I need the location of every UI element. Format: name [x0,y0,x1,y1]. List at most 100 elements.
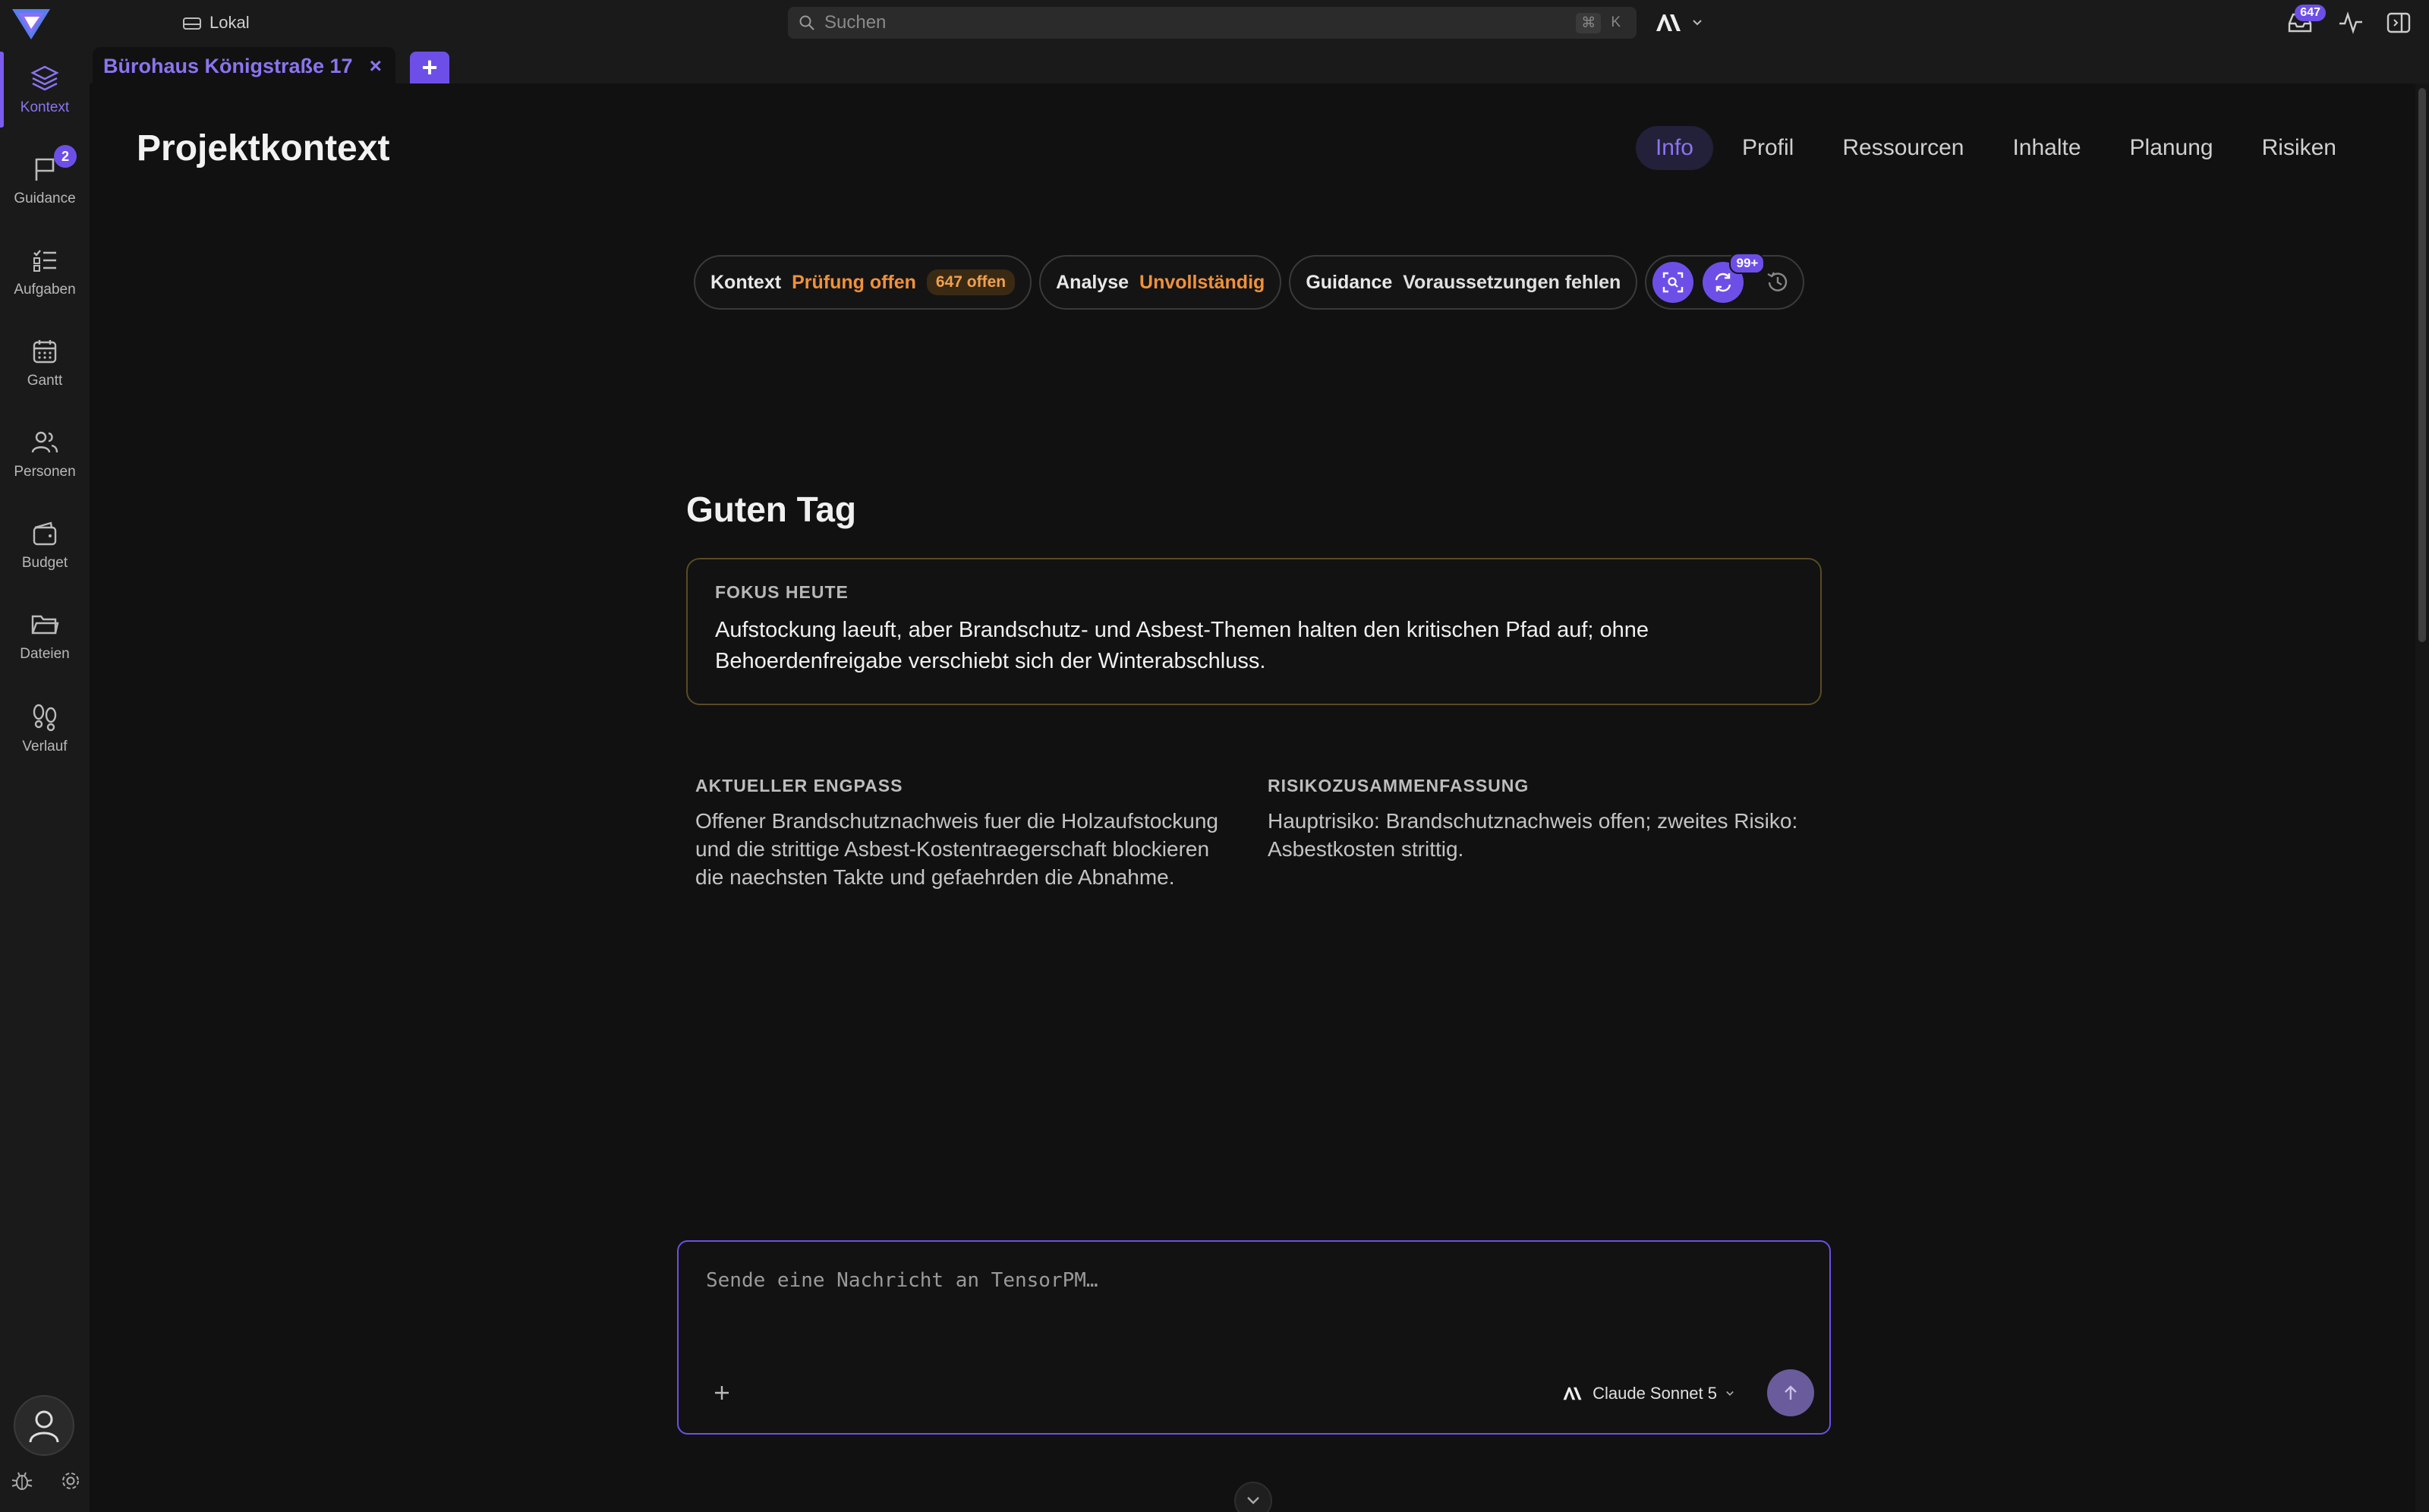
shortcut-cmd-key: ⌘ [1576,12,1602,33]
sidebar-item-label: Budget [21,555,68,571]
chat-composer: Claude Sonnet 5 [677,1240,1831,1435]
folder-icon [30,610,60,640]
sidebar-item-label: Kontext [20,99,70,115]
close-tab-icon[interactable]: × [370,54,382,78]
workspace-label: Lokal [210,13,250,32]
history-icon[interactable] [1765,269,1791,295]
sidebar-item-verlauf[interactable]: Verlauf [0,688,90,770]
sidebar-item-kontext[interactable]: Kontext [0,49,90,131]
tab-profil[interactable]: Profil [1722,126,1813,170]
tab-info[interactable]: Info [1635,126,1713,170]
project-tab-title: Bürohaus Königstraße 17 [103,54,353,77]
chevron-down-icon [1247,1497,1259,1504]
sync-count-badge: 99+ [1729,253,1766,274]
drive-icon [183,17,201,30]
project-tab[interactable]: Bürohaus Königstraße 17 × [93,47,395,85]
status-row: Kontext Prüfung offen 647 offen Analyse … [694,253,1805,310]
sidebar-item-gantt[interactable]: Gantt [0,322,90,404]
bug-icon[interactable] [11,1469,33,1492]
sidebar-item-label: Dateien [20,646,70,662]
user-icon [29,1410,59,1443]
chip-value: Prüfung offen [792,271,916,293]
top-right-actions: 647 [2285,5,2411,41]
focus-label: FOKUS HEUTE [715,582,849,602]
calendar-icon [30,336,60,367]
status-chip-guidance[interactable]: Guidance Voraussetzungen fehlen [1289,255,1638,310]
sidebar-item-personen[interactable]: Personen [0,413,90,495]
status-chip-kontext[interactable]: Kontext Prüfung offen 647 offen [694,255,1032,310]
risk-summary-section: RISIKOZUSAMMENFASSUNG Hauptrisiko: Brand… [1268,776,1829,863]
chip-key: Kontext [710,271,782,293]
flag-icon: 2 [30,145,77,184]
chip-key: Analyse [1056,271,1129,293]
greeting-heading: Guten Tag [686,490,857,529]
footprints-icon [30,702,60,732]
wallet-icon [30,518,60,549]
sidebar-item-label: Verlauf [22,739,68,754]
chip-key: Guidance [1306,271,1393,293]
tab-planung[interactable]: Planung [2110,126,2233,170]
search-icon [799,15,814,30]
checklist-icon [30,245,60,276]
model-selector[interactable]: Claude Sonnet 5 [1562,1378,1735,1409]
scan-search-icon [1663,272,1684,293]
sidebar-item-aufgaben[interactable]: Aufgaben [0,231,90,313]
search-input[interactable] [824,12,1567,33]
activity-icon[interactable] [2338,11,2364,34]
sidebar-item-label: Aufgaben [14,282,76,298]
message-input[interactable] [706,1269,1799,1360]
sidebar-item-guidance[interactable]: 2 Guidance [0,140,90,222]
inbox-button[interactable]: 647 [2285,5,2326,38]
gear-icon[interactable] [59,1469,82,1492]
open-count-badge: 647 offen [926,269,1016,295]
focus-text: Aufstockung laeuft, aber Brandschutz- un… [715,618,1649,673]
user-avatar[interactable] [14,1395,74,1456]
add-attachment-button[interactable] [709,1380,735,1406]
shortcut-k-key: K [1611,14,1621,30]
ai-provider-selector[interactable] [1655,8,1703,38]
tab-risiken[interactable]: Risiken [2242,126,2356,170]
sidebar-item-label: Gantt [27,373,63,389]
scrollbar-thumb[interactable] [2418,88,2426,642]
model-name: Claude Sonnet 5 [1593,1384,1717,1403]
send-button[interactable] [1767,1369,1814,1416]
risk-summary-label: RISIKOZUSAMMENFASSUNG [1268,776,1530,795]
project-tab-strip: Bürohaus Königstraße 17 × + [90,46,2429,85]
scan-context-button[interactable] [1652,262,1694,303]
sidebar-item-label: Personen [14,464,76,480]
chip-value: Unvollständig [1139,271,1265,293]
anthropic-logo-icon [1563,1387,1582,1400]
workspace-selector[interactable]: Lokal [182,11,250,35]
sidebar-nav: Kontext 2 Guidance Aufgaben Gantt Person… [0,46,90,1512]
tensorpm-logo-icon[interactable] [11,6,52,41]
plus-icon [715,1386,729,1400]
chevron-down-icon [1693,20,1702,26]
top-bar: Lokal ⌘ K 647 [0,0,2429,46]
guidance-count-badge: 2 [54,145,77,168]
page-title: Projektkontext [137,128,390,169]
bottleneck-label: AKTUELLER ENGPASS [695,776,903,795]
sync-icon [1715,272,1731,292]
sidebar-item-budget[interactable]: Budget [0,504,90,586]
chevron-down-icon [1726,1391,1734,1396]
tab-ressourcen[interactable]: Ressourcen [1823,126,1983,170]
status-chip-analyse[interactable]: Analyse Unvollständig [1039,255,1282,310]
status-actions: 99+ [1645,253,1805,310]
inbox-count-badge: 647 [2295,5,2326,21]
context-tabs: Info Profil Ressourcen Inhalte Planung R… [1635,126,2356,170]
anthropic-logo-icon [1656,14,1681,31]
tab-inhalte[interactable]: Inhalte [1993,126,2100,170]
risk-summary-text: Hauptrisiko: Brandschutznachweis offen; … [1268,809,1798,861]
layers-icon [30,63,60,93]
panel-toggle-icon[interactable] [2386,11,2411,34]
sidebar-item-dateien[interactable]: Dateien [0,595,90,677]
bottleneck-text: Offener Brandschutznachweis fuer die Hol… [695,809,1218,889]
global-search[interactable]: ⌘ K [788,7,1637,39]
main-scrollbar[interactable] [2415,83,2429,1512]
sync-button[interactable]: 99+ [1703,253,1766,303]
sidebar-item-label: Guidance [14,191,76,206]
chip-value: Voraussetzungen fehlen [1403,271,1621,293]
arrow-up-icon [1785,1385,1797,1400]
focus-today-card: FOKUS HEUTE Aufstockung laeuft, aber Bra… [686,558,1822,705]
add-tab-button[interactable]: + [410,52,449,83]
